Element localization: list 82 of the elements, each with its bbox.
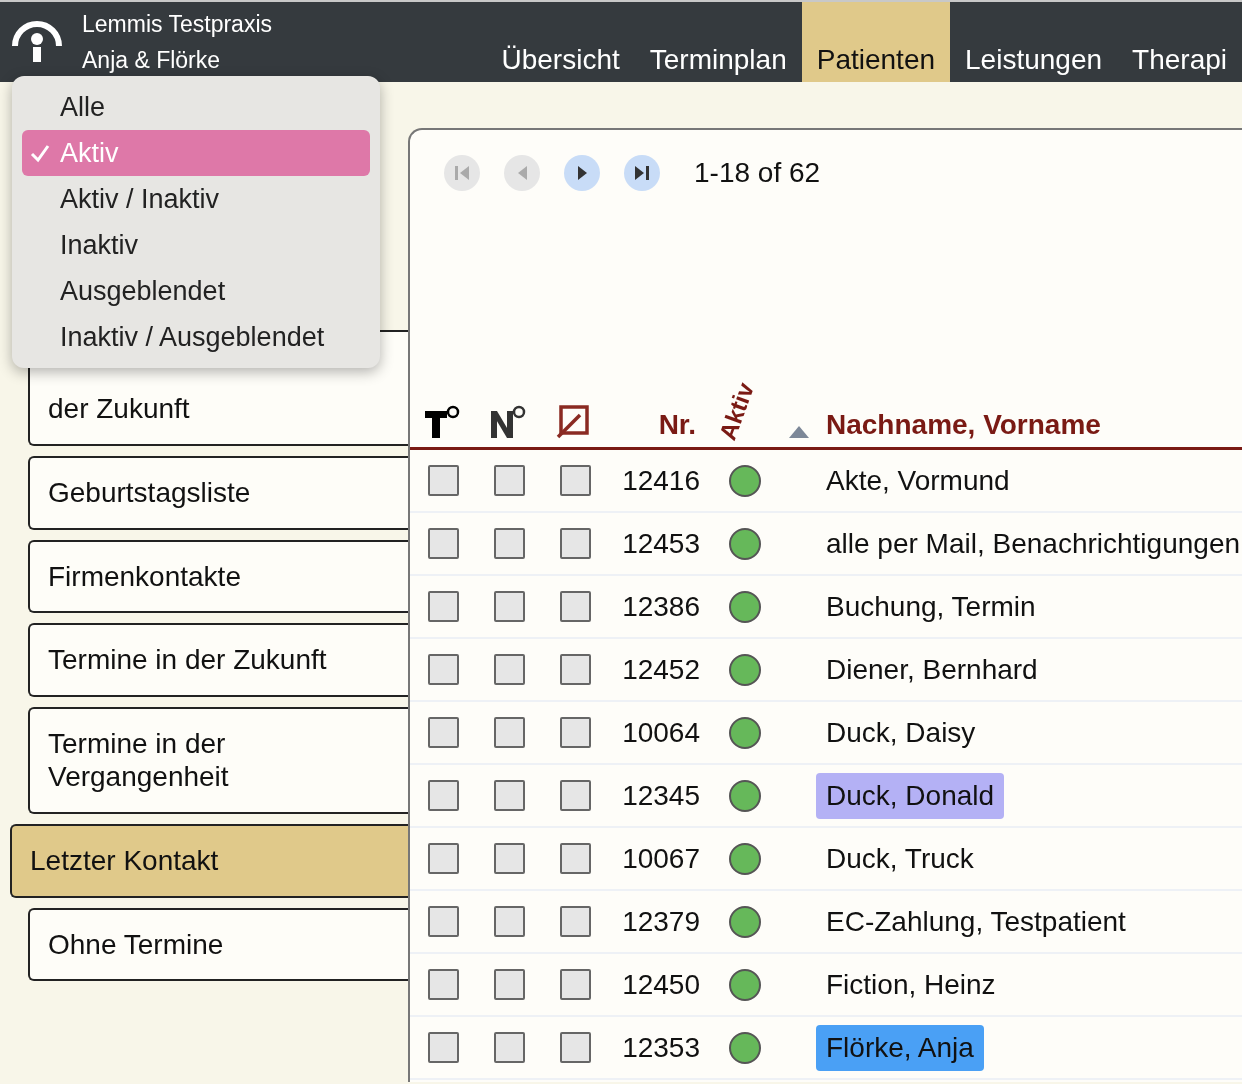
sidebar-item[interactable]: Geburtstagsliste (28, 456, 408, 530)
table-cell-text: Buchung, Termin (825, 589, 1037, 624)
table-cell-text: Fiction, Heinz (825, 967, 997, 1002)
checkbox[interactable] (494, 591, 525, 622)
table-cell-text: 10064 (622, 715, 701, 750)
checkbox[interactable] (560, 1032, 591, 1063)
nav-tab[interactable]: Therapi (1117, 2, 1242, 82)
table-cell-text: Duck, Daisy (825, 715, 977, 750)
checkbox[interactable] (428, 780, 459, 811)
checkbox[interactable] (560, 654, 591, 685)
checkbox[interactable] (428, 1032, 459, 1063)
checkbox[interactable] (494, 780, 525, 811)
table-cell-text: Duck, Truck (825, 841, 975, 876)
menu-item[interactable]: Alle (22, 84, 370, 130)
checkbox[interactable] (560, 906, 591, 937)
menu-item[interactable]: Inaktiv (22, 222, 370, 268)
checkbox[interactable] (494, 843, 525, 874)
nav-tab[interactable]: Patienten (801, 2, 951, 82)
checkbox[interactable] (428, 906, 459, 937)
checkbox[interactable] (428, 717, 459, 748)
resize-icon (556, 405, 590, 439)
sort-ascending-icon (788, 425, 810, 439)
checkbox[interactable] (560, 717, 591, 748)
checkbox[interactable] (494, 465, 525, 496)
table-cell-text: Akte, Vormund (825, 463, 1011, 498)
table-cell-text: Diener, Bernhard (825, 652, 1039, 687)
checkbox[interactable] (560, 591, 591, 622)
checkbox[interactable] (428, 843, 459, 874)
checkbox[interactable] (560, 843, 591, 874)
checkbox[interactable] (428, 969, 459, 1000)
sidebar-item[interactable]: Termine in der Zukunft (28, 623, 408, 697)
sidebar-item[interactable]: Termine in der Vergangenheit (28, 706, 408, 814)
next-page-button[interactable] (564, 155, 600, 191)
table-cell-text: 12345 (622, 778, 701, 813)
sidebar-item[interactable]: Letzter Kontakt (10, 823, 408, 898)
highlighted-name: Flörke, Anja (816, 1024, 984, 1071)
skip-icon (635, 166, 649, 180)
practice-subtitle: Anja & Flörke (82, 46, 222, 75)
checkbox[interactable] (428, 528, 459, 559)
skip-icon (455, 166, 469, 180)
checkbox[interactable] (428, 465, 459, 496)
menu-item[interactable]: Aktiv / Inaktiv (22, 176, 370, 222)
menu-item[interactable]: Ausgeblendet (22, 268, 370, 314)
triangle-icon (577, 166, 587, 180)
checkbox[interactable] (560, 780, 591, 811)
checkbox[interactable] (494, 717, 525, 748)
triangle-icon (517, 166, 527, 180)
checkbox[interactable] (428, 654, 459, 685)
text-settings-icon (424, 405, 460, 439)
table-cell-text: 10067 (622, 841, 701, 876)
highlighted-name: Duck, Donald (816, 772, 1005, 819)
table-cell-text: 12416 (622, 463, 701, 498)
practice-name: Lemmis Testpraxis (82, 10, 273, 39)
nav-tab[interactable]: Terminplan (634, 2, 802, 82)
table-cell-text: 12450 (622, 967, 701, 1002)
column-header[interactable]: Nr. (618, 411, 708, 439)
checkbox[interactable] (494, 906, 525, 937)
nav-tab[interactable]: Übersicht (486, 2, 635, 82)
column-header[interactable]: Nachname, Vorname (826, 411, 1101, 439)
table-cell-text: 12353 (622, 1030, 701, 1065)
table-cell-text: EC-Zahlung, Testpatient (825, 904, 1127, 939)
last-page-button[interactable] (624, 155, 660, 191)
checkbox[interactable] (560, 969, 591, 1000)
n-settings-icon (490, 405, 526, 439)
page-range: 1-18 of 62 (694, 156, 821, 190)
table-cell-text: 12453 (622, 526, 701, 561)
nav-tab[interactable]: Leistungen (950, 2, 1118, 82)
check-icon (30, 143, 50, 163)
checkbox[interactable] (494, 1032, 525, 1063)
table-cell-text: 12452 (622, 652, 701, 687)
checkbox[interactable] (428, 591, 459, 622)
checkbox[interactable] (560, 465, 591, 496)
checkbox[interactable] (494, 969, 525, 1000)
table-cell-text: 12386 (622, 589, 701, 624)
checkbox[interactable] (494, 528, 525, 559)
column-header[interactable]: Aktiv (715, 379, 759, 443)
sidebar-item[interactable]: Firmenkontakte (28, 539, 408, 614)
table-cell-text: 12379 (622, 904, 701, 939)
checkbox[interactable] (494, 654, 525, 685)
table-cell-text: alle per Mail, Benachrichtigungen (825, 526, 1242, 561)
sidebar-item[interactable]: Ohne Termine (28, 907, 408, 982)
checkbox[interactable] (560, 528, 591, 559)
